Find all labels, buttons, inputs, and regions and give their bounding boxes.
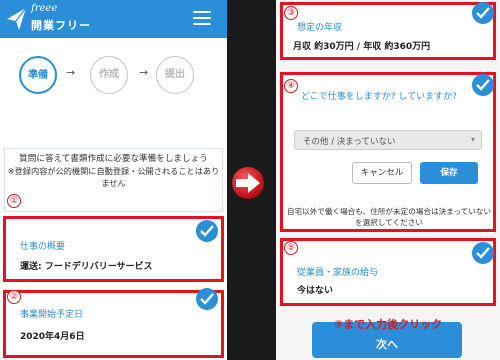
step-arrow-icon: → — [66, 66, 76, 79]
cancel-button[interactable]: キャンセル — [352, 162, 412, 184]
step-create: 作成 — [90, 56, 128, 94]
next-button-label: 次へ — [376, 338, 398, 351]
step-number-badge: ④ — [284, 79, 298, 93]
step-number-badge: ① — [7, 194, 21, 208]
employee-salary-card[interactable]: 従業員・家族の給与 今はない — [280, 238, 496, 306]
card-value: 2020年4月6日 — [20, 332, 85, 342]
card-label: 事業開始予定日 — [20, 310, 84, 320]
instruction-annotation: ⑤まで入力後クリック — [333, 318, 443, 331]
hamburger-menu-icon[interactable] — [193, 11, 211, 25]
check-icon — [196, 220, 218, 242]
work-summary-card[interactable]: 仕事の概要 運送: フードデリバリーサービス — [3, 216, 224, 282]
logo-script: freee — [31, 3, 58, 14]
bird-logo-icon — [7, 7, 27, 30]
card-label: 想定の年収 — [297, 23, 343, 33]
card-value: 今はない — [297, 286, 334, 296]
location-select[interactable]: その他 / 決まっていない ▾ — [294, 130, 482, 150]
save-button[interactable]: 保存 — [420, 162, 478, 184]
chevron-down-icon: ▾ — [470, 135, 475, 144]
app-header: freee 開業フリー — [0, 0, 227, 38]
step-arrow-icon: → — [139, 66, 149, 79]
check-icon — [196, 288, 218, 310]
step-number-badge: ③ — [284, 6, 298, 20]
card-label: 従業員・家族の給与 — [297, 268, 379, 278]
check-icon — [472, 242, 494, 264]
transition-arrow-icon — [232, 167, 264, 199]
intro-box: 質問に答えて書類作成に必要な準備をしましょう ※登録内容が公的機関に自動登録・公… — [4, 148, 223, 212]
step-number-badge: ② — [7, 290, 21, 304]
start-date-card[interactable]: 事業開始予定日 2020年4月6日 — [3, 290, 224, 358]
card-value: 月収 約30万円 / 年収 約360万円 — [293, 42, 431, 52]
location-helper-text: 自宅以外で働く場合も、住所が未定の場合は決まっていないを選択してください — [286, 207, 492, 227]
check-icon — [472, 74, 494, 96]
card-label: どこで仕事をしますか? していますか? — [301, 92, 457, 102]
step-prepare: 準備 — [19, 56, 57, 94]
card-value: 運送: フードデリバリーサービス — [20, 262, 153, 272]
intro-text: 質問に答えて書類作成に必要な準備をしましょう — [19, 154, 208, 164]
expected-income-card[interactable]: 想定の年収 月収 約30万円 / 年収 約360万円 — [280, 2, 496, 60]
location-select-value: その他 / 決まっていない — [303, 137, 396, 147]
step-submit: 提出 — [156, 56, 194, 94]
check-icon — [472, 2, 494, 24]
step-number-badge: ⑤ — [284, 241, 298, 255]
app-name: 開業フリー — [31, 19, 91, 32]
privacy-note: ※登録内容が公的機関に自動登録・公開されることはありません — [7, 166, 220, 188]
card-label: 仕事の概要 — [20, 242, 66, 252]
left-screen: freee 開業フリー 準備 → 作成 → 提出 質問に答えて書類作成に必要な準… — [0, 0, 227, 360]
right-screen: 想定の年収 月収 約30万円 / 年収 約360万円 ③ どこで仕事をしますか?… — [276, 0, 500, 360]
